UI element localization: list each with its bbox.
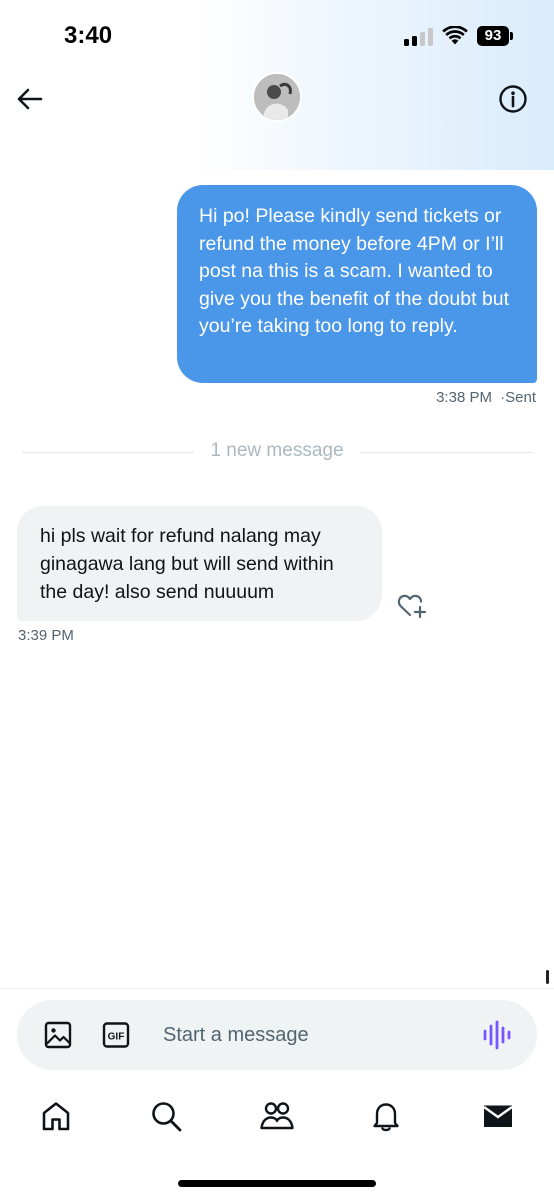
communities-icon bbox=[260, 1102, 294, 1130]
voice-message-button[interactable] bbox=[481, 1018, 513, 1052]
sent-message-bubble[interactable]: Hi po! Please kindly send tickets or ref… bbox=[177, 185, 537, 383]
tab-search[interactable] bbox=[148, 1098, 184, 1134]
wifi-icon bbox=[442, 26, 468, 45]
home-icon bbox=[42, 1102, 70, 1131]
home-indicator[interactable] bbox=[178, 1180, 376, 1187]
heart-plus-icon bbox=[397, 594, 427, 619]
gif-icon: GIF bbox=[102, 1022, 130, 1048]
add-gif-button[interactable]: GIF bbox=[101, 1020, 131, 1050]
tab-notifications[interactable] bbox=[368, 1098, 404, 1134]
divider-line-left bbox=[22, 452, 194, 453]
contact-avatar[interactable] bbox=[252, 72, 302, 122]
notifications-icon bbox=[373, 1103, 399, 1132]
info-circle-icon bbox=[499, 85, 527, 113]
message-composer: GIF bbox=[17, 1000, 537, 1070]
sent-message-meta: 3:38 PM ·Sent bbox=[436, 389, 536, 406]
tab-communities[interactable] bbox=[259, 1098, 295, 1134]
scrollbar[interactable] bbox=[546, 970, 549, 984]
tab-messages[interactable] bbox=[480, 1098, 516, 1134]
message-input[interactable] bbox=[163, 1018, 463, 1052]
image-icon bbox=[44, 1021, 72, 1049]
cellular-signal-icon bbox=[404, 28, 434, 46]
search-icon bbox=[152, 1102, 182, 1132]
gif-label: GIF bbox=[108, 1032, 125, 1043]
battery-level: 93 bbox=[477, 26, 509, 46]
add-image-button[interactable] bbox=[43, 1020, 73, 1050]
add-reaction-button[interactable] bbox=[396, 590, 428, 620]
divider-line-right bbox=[360, 452, 532, 453]
battery-indicator: 93 bbox=[477, 26, 513, 46]
sent-message-status: Sent bbox=[505, 389, 536, 406]
received-message-time: 3:39 PM bbox=[18, 627, 74, 644]
messages-icon bbox=[483, 1105, 513, 1127]
conversation-info-button[interactable] bbox=[496, 82, 530, 116]
voice-waveform-icon bbox=[483, 1020, 511, 1050]
composer-divider bbox=[0, 988, 554, 989]
tab-home[interactable] bbox=[38, 1098, 74, 1134]
status-time: 3:40 bbox=[64, 22, 113, 49]
received-message-bubble[interactable]: hi pls wait for refund nalang may ginaga… bbox=[17, 506, 382, 621]
avatar-photo bbox=[254, 74, 300, 120]
arrow-left-icon bbox=[17, 88, 43, 110]
sent-message-time: 3:38 PM bbox=[436, 389, 492, 406]
back-button[interactable] bbox=[12, 82, 46, 116]
new-message-divider: 1 new message bbox=[210, 440, 344, 461]
